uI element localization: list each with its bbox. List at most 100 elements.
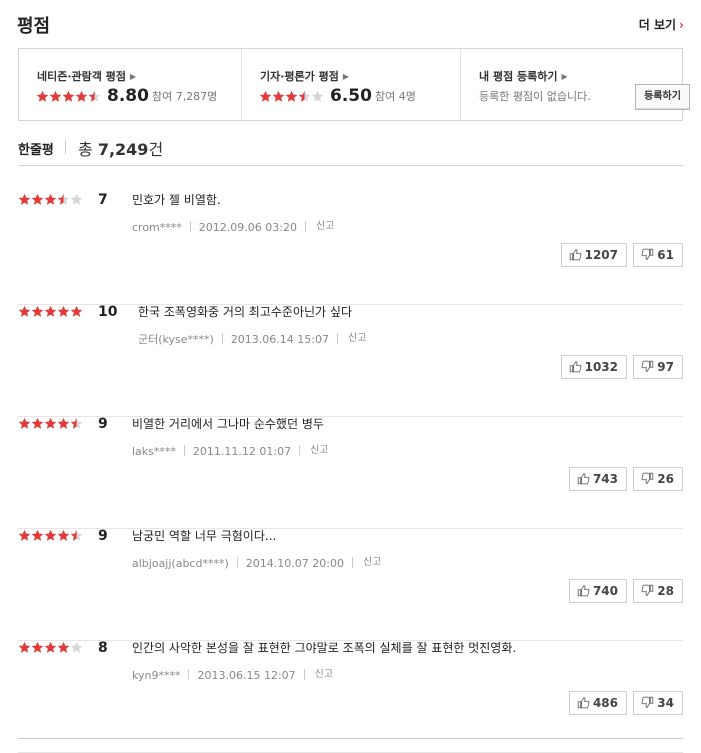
thumbs-down-icon	[641, 584, 654, 596]
divider	[65, 140, 66, 154]
like-button[interactable]: 1032	[560, 355, 627, 379]
divider	[236, 557, 238, 568]
star-icon	[57, 305, 70, 317]
star-icon	[31, 529, 44, 541]
star-icon	[18, 529, 31, 541]
review-date: 2013.06.14 15:07	[230, 333, 329, 346]
review-score: 10	[98, 304, 118, 320]
review-meta: albjoajj(abcd****) 2014.10.07 20:00 신고	[132, 553, 381, 570]
review-user[interactable]: 군터(kyse****)	[138, 333, 214, 346]
netizen-score: 8.80	[107, 86, 149, 106]
review-stars	[18, 641, 83, 654]
like-button[interactable]: 1207	[560, 243, 627, 267]
more-label: 더 보기	[638, 18, 677, 32]
review-score: 7	[98, 192, 108, 208]
star-icon	[31, 417, 44, 429]
star-icon	[88, 90, 101, 102]
triangle-right-icon: ▶	[561, 72, 568, 81]
star-icon	[285, 90, 298, 102]
thumbs-up-icon	[577, 697, 590, 709]
like-count: 486	[592, 696, 618, 710]
netizen-rating-link[interactable]: 네티즌·관람객 평점 ▶	[37, 68, 136, 84]
thumbs-down-icon	[641, 248, 654, 260]
star-icon	[57, 193, 70, 205]
star-icon	[259, 90, 272, 102]
triangle-right-icon: ▶	[342, 72, 350, 81]
review-item: 8 인간의 사악한 본성을 잘 표현한 그야말로 조폭의 실체를 잘 표현한 멋…	[18, 640, 683, 753]
star-icon	[272, 90, 285, 102]
divider	[337, 333, 338, 344]
thumbs-up-icon	[569, 249, 582, 261]
report-link[interactable]: 신고	[316, 221, 334, 232]
ratings-header: 평점 더 보기 ›	[17, 10, 684, 40]
star-icon	[44, 417, 57, 429]
review-stars	[18, 529, 83, 542]
like-count: 743	[592, 472, 618, 486]
review-score: 9	[98, 528, 108, 544]
dislike-button[interactable]: 26	[633, 467, 683, 491]
divider	[304, 221, 306, 232]
star-icon	[44, 305, 57, 317]
review-count-bar: 한줄평 총 7,249건	[18, 136, 683, 166]
review-count-total: 총 7,249건	[78, 136, 163, 160]
dislike-button[interactable]: 34	[633, 691, 683, 715]
star-icon	[18, 193, 31, 205]
like-count: 1032	[584, 360, 618, 374]
like-button[interactable]: 743	[568, 467, 627, 491]
review-user[interactable]: albjoajj(abcd****)	[132, 557, 229, 570]
report-link[interactable]: 신고	[310, 445, 328, 456]
my-rating-link[interactable]: 내 평점 등록하기 ▶	[479, 68, 568, 84]
dislike-button[interactable]: 61	[633, 243, 683, 267]
divider	[303, 669, 305, 680]
review-user[interactable]: laks****	[132, 445, 176, 458]
star-icon	[70, 529, 83, 541]
star-icon	[62, 90, 75, 102]
dislike-count: 28	[657, 584, 674, 598]
triangle-right-icon: ▶	[129, 72, 137, 81]
report-link[interactable]: 신고	[348, 333, 366, 344]
no-rating-text: 등록한 평점이 없습니다.	[479, 90, 591, 103]
report-link[interactable]: 신고	[363, 557, 381, 568]
review-text: 인간의 사악한 본성을 잘 표현한 그야말로 조폭의 실체를 잘 표현한 멋진영…	[132, 641, 517, 655]
more-link[interactable]: 더 보기 ›	[639, 16, 684, 33]
critic-rating-label: 기자·평론가 평점	[260, 70, 339, 83]
critic-score: 6.50	[330, 86, 372, 106]
review-stars	[18, 305, 83, 318]
dislike-count: 26	[657, 472, 674, 486]
like-count: 1207	[584, 248, 618, 262]
dislike-button[interactable]: 28	[633, 579, 683, 603]
star-icon	[18, 641, 31, 653]
like-button[interactable]: 486	[568, 691, 627, 715]
divider	[183, 445, 185, 456]
star-icon	[57, 417, 70, 429]
review-date: 2011.11.12 01:07	[192, 445, 292, 458]
dislike-button[interactable]: 97	[633, 355, 683, 379]
star-icon	[70, 641, 83, 653]
critic-rating-link[interactable]: 기자·평론가 평점 ▶	[260, 68, 349, 84]
critic-rating: 기자·평론가 평점 ▶ 6.50 참여 4명	[241, 49, 460, 120]
star-icon	[44, 529, 57, 541]
review-user[interactable]: crom****	[132, 221, 182, 234]
divider	[351, 557, 353, 568]
star-icon	[31, 193, 44, 205]
review-date: 2013.06.15 12:07	[197, 669, 296, 682]
review-text: 한국 조폭영화중 거의 최고수준아닌가 싶다	[138, 305, 352, 319]
register-button[interactable]: 등록하기	[635, 84, 690, 110]
like-button[interactable]: 740	[568, 579, 627, 603]
star-icon	[31, 641, 44, 653]
netizen-stars	[36, 90, 101, 103]
star-icon	[18, 417, 31, 429]
review-user[interactable]: kyn9****	[132, 669, 180, 682]
chevron-right-icon: ›	[679, 18, 684, 32]
netizen-rating: 네티즌·관람객 평점 ▶ 8.80 참여 7,287명	[19, 49, 241, 120]
star-icon	[44, 193, 57, 205]
section-title: 평점	[17, 16, 51, 37]
divider	[18, 738, 683, 739]
star-icon	[75, 90, 88, 102]
review-date: 2014.10.07 20:00	[245, 557, 344, 570]
report-link[interactable]: 신고	[315, 669, 333, 680]
thumbs-down-icon	[641, 472, 654, 484]
review-item: 10 한국 조폭영화중 거의 최고수준아닌가 싶다 군터(kyse****) 20…	[18, 304, 683, 417]
review-item: 9 비열한 거리에서 그나마 순수했던 병두 laks**** 2011.11.1…	[18, 416, 683, 529]
divider	[221, 333, 223, 344]
